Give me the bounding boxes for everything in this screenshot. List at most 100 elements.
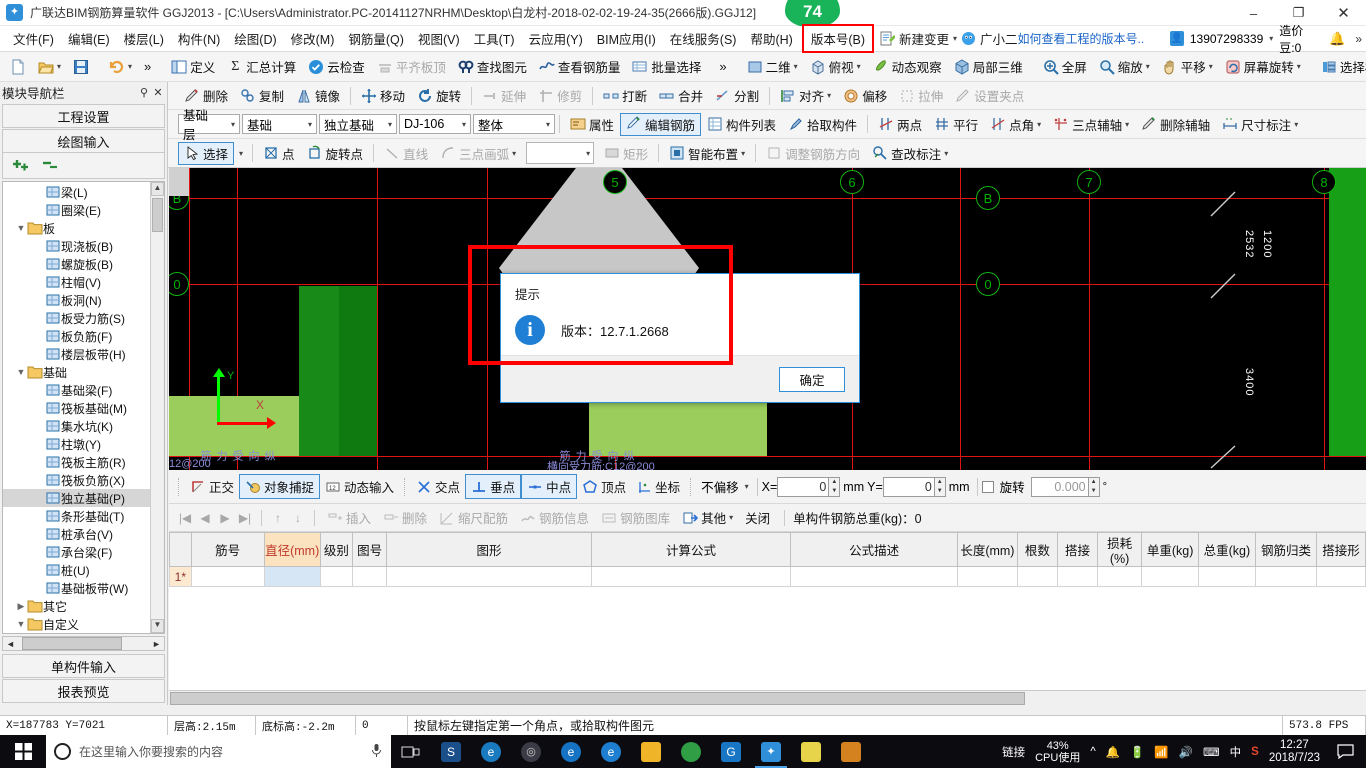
table-cell[interactable]: [790, 566, 958, 587]
axis-bubble-B2[interactable]: B: [976, 186, 1000, 210]
smart-layout-chevron-down-icon[interactable]: ▾: [741, 149, 745, 158]
nav-tab-project-settings[interactable]: 工程设置: [2, 104, 165, 128]
x-spinner[interactable]: ▲ ▼: [829, 476, 841, 497]
menu-view[interactable]: 视图(V): [411, 26, 467, 51]
scroll-thumb[interactable]: [152, 198, 163, 232]
select-tool-button[interactable]: 选择: [178, 141, 235, 165]
nav-tab-single-component-input[interactable]: 单构件输入: [2, 654, 165, 678]
tree-horizontal-scrollbar[interactable]: ◄ ►: [2, 636, 165, 651]
axis-bubble-0b[interactable]: 0: [976, 272, 1000, 296]
dimension-button[interactable]: 尺寸标注 ▾: [1216, 113, 1304, 136]
tree-item[interactable]: ▼ 自定义: [3, 615, 150, 633]
cloud-check-button[interactable]: 云检查: [302, 55, 371, 78]
part-select[interactable]: 整体 ▾: [473, 114, 555, 134]
tree-item[interactable]: 桩承台(V): [3, 525, 150, 543]
tree-item[interactable]: ▶ 其它: [3, 597, 150, 615]
other-button[interactable]: 其他 ▾: [676, 507, 739, 528]
tree-item[interactable]: 基础板带(W): [3, 579, 150, 597]
axis-bubble-0[interactable]: 0: [169, 272, 189, 296]
rebar-table[interactable]: 筋号 直径(mm) 级别 图号 图形 计算公式 公式描述 长度(mm) 根数 搭接 损耗(%) 单重(…: [169, 532, 1366, 705]
tree-item[interactable]: 柱帽(V): [3, 273, 150, 291]
point-tool-button[interactable]: 点: [257, 142, 301, 165]
menu-version[interactable]: 版本号(B): [801, 24, 875, 53]
assistant-label[interactable]: 广小二: [980, 29, 1018, 48]
tree-item[interactable]: 桩(U): [3, 561, 150, 579]
delete-button[interactable]: 删除: [178, 84, 234, 107]
column-header[interactable]: 图号: [352, 532, 388, 567]
local3d-button[interactable]: 局部三维: [948, 55, 1029, 78]
column-header[interactable]: 公式描述: [790, 532, 958, 567]
hscroll-right-icon[interactable]: ►: [149, 639, 164, 649]
taskbar-app-green[interactable]: [671, 735, 711, 768]
taskbar-app-orange[interactable]: [831, 735, 871, 768]
vertex-snap[interactable]: 顶点: [577, 475, 631, 498]
three-point-axis-chevron-down-icon[interactable]: ▾: [1125, 120, 1129, 129]
column-header[interactable]: [169, 532, 192, 567]
toolbar-overflow-1[interactable]: »: [138, 57, 157, 76]
edit-annotation-button[interactable]: 查改标注 ▾: [866, 142, 954, 165]
taskbar-app-notepad[interactable]: [791, 735, 831, 768]
taskbar-app-edge[interactable]: e: [551, 735, 591, 768]
y-spinner[interactable]: ▲ ▼: [934, 476, 946, 497]
point-angle-chevron-down-icon[interactable]: ▾: [1037, 120, 1041, 129]
perpendicular-snap[interactable]: 垂点: [465, 474, 522, 499]
nav-next-button[interactable]: ▶: [215, 511, 235, 525]
cpu-indicator[interactable]: 43% CPU使用: [1035, 740, 1080, 764]
floor-chevron-down-icon[interactable]: ▾: [231, 120, 235, 129]
dialog-ok-button[interactable]: 确定: [779, 366, 845, 392]
taskbar-clock[interactable]: 12:27 2018/7/23: [1269, 739, 1320, 765]
axis-bubble-5[interactable]: 5: [603, 170, 627, 194]
component-list-button[interactable]: 构件列表: [701, 113, 782, 136]
toolbar-overflow-2[interactable]: »: [713, 57, 732, 76]
table-cell[interactable]: [319, 566, 354, 587]
table-row[interactable]: 1*: [169, 566, 1366, 587]
axis-bubble-6[interactable]: 6: [840, 170, 864, 194]
edit-rebar-button[interactable]: 编辑钢筋: [620, 112, 702, 136]
undo-button[interactable]: ▾: [103, 57, 138, 77]
taskbar-app-ie[interactable]: e: [591, 735, 631, 768]
column-header[interactable]: 单重(kg): [1141, 532, 1199, 567]
view-2d-chevron-down-icon[interactable]: ▾: [794, 62, 798, 71]
menu-help[interactable]: 帮助(H): [743, 26, 799, 51]
parallel-button[interactable]: 平行: [928, 113, 984, 136]
dimension-chevron-down-icon[interactable]: ▾: [1294, 120, 1298, 129]
midpoint-snap[interactable]: 中点: [521, 474, 578, 499]
menu-component[interactable]: 构件(N): [171, 26, 227, 51]
copy-button[interactable]: 复制: [234, 84, 290, 107]
tree-item[interactable]: ▼ 基础: [3, 363, 150, 381]
tree-vertical-scrollbar[interactable]: ▲ ▼: [150, 182, 164, 633]
nav-tab-report-preview[interactable]: 报表预览: [2, 679, 165, 703]
sum-calc-button[interactable]: Σ 汇总计算: [221, 55, 302, 78]
zoom-button[interactable]: 缩放 ▾: [1093, 55, 1156, 78]
screen-rotate-button[interactable]: 屏幕旋转 ▾: [1219, 55, 1307, 78]
tree-item[interactable]: 条形基础(T): [3, 507, 150, 525]
x-input[interactable]: 0: [777, 476, 830, 497]
table-cell[interactable]: [386, 566, 592, 587]
two-point-button[interactable]: 两点: [872, 113, 928, 136]
offset-button[interactable]: 偏移: [837, 84, 893, 107]
menu-overflow-icon[interactable]: »: [1355, 32, 1362, 46]
column-header[interactable]: 长度(mm): [956, 532, 1018, 567]
column-header[interactable]: 级别: [319, 532, 354, 567]
select-tool-chevron-down-icon[interactable]: ▾: [234, 149, 248, 158]
sogou-icon[interactable]: S: [1251, 746, 1259, 758]
offset-mode-select[interactable]: 不偏移 ▾: [697, 477, 753, 496]
y-input[interactable]: 0: [882, 476, 935, 497]
row-number[interactable]: 1*: [169, 566, 192, 587]
category-chevron-down-icon[interactable]: ▾: [308, 120, 312, 129]
batch-select-button[interactable]: 批量选择: [626, 55, 707, 78]
table-cell[interactable]: [1056, 566, 1099, 587]
tree-item[interactable]: 楼层板带(H): [3, 345, 150, 363]
other-chevron-down-icon[interactable]: ▾: [729, 513, 733, 522]
tree-item[interactable]: 板负筋(F): [3, 327, 150, 345]
scroll-down-icon[interactable]: ▼: [151, 619, 164, 633]
ime-language-icon[interactable]: 中: [1230, 744, 1242, 760]
menu-bim-apps[interactable]: BIM应用(I): [590, 26, 663, 51]
table-cell[interactable]: [352, 566, 388, 587]
nav-prev-button[interactable]: ◀: [195, 511, 215, 525]
table-cell[interactable]: [1316, 566, 1366, 587]
break-button[interactable]: 打断: [597, 84, 653, 107]
volume-icon[interactable]: 🔊: [1179, 745, 1193, 759]
chevron-down-icon[interactable]: ▼: [15, 367, 27, 377]
menu-floor[interactable]: 楼层(L): [117, 26, 171, 51]
